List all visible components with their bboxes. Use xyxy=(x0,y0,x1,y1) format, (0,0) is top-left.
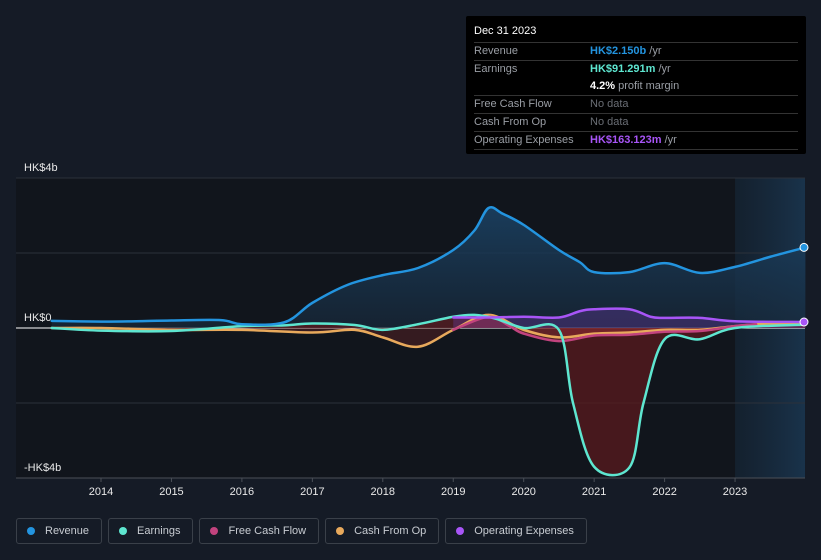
x-tick-label: 2021 xyxy=(582,486,606,498)
revenue-end-marker xyxy=(799,242,809,252)
tooltip-label: Free Cash Flow xyxy=(474,98,552,110)
legend-label: Cash From Op xyxy=(354,525,427,537)
tooltip-row-revenue: Revenue HK$2.150b /yr xyxy=(474,43,798,61)
tooltip-label: Operating Expenses xyxy=(474,134,574,146)
tooltip-value: HK$91.291m xyxy=(590,63,656,75)
x-tick-label: 2023 xyxy=(723,486,747,498)
legend-label: Operating Expenses xyxy=(474,525,574,537)
y-tick-label: -HK$4b xyxy=(24,462,61,474)
x-tick-label: 2015 xyxy=(159,486,183,498)
legend-item-free-cash-flow[interactable]: Free Cash Flow xyxy=(199,518,320,544)
x-tick-label: 2022 xyxy=(652,486,676,498)
operating-expenses-end-marker xyxy=(799,317,809,327)
earnings-dot-icon xyxy=(119,527,128,535)
tooltip-label xyxy=(474,78,590,95)
legend-item-operating-expenses[interactable]: Operating Expenses xyxy=(445,518,587,544)
tooltip-value: No data xyxy=(590,116,629,128)
free-cash-flow-dot-icon xyxy=(210,527,219,535)
legend-label: Free Cash Flow xyxy=(228,525,307,537)
tooltip-unit: /yr xyxy=(658,63,671,75)
tooltip-label: Revenue xyxy=(474,45,519,57)
x-tick-label: 2020 xyxy=(511,486,535,498)
x-tick-label: 2017 xyxy=(300,486,324,498)
tooltip-value: No data xyxy=(590,98,629,110)
legend-label: Earnings xyxy=(137,525,181,537)
legend: Revenue Earnings Free Cash Flow Cash Fro… xyxy=(16,518,587,544)
tooltip-unit: /yr xyxy=(649,45,662,57)
x-tick-label: 2018 xyxy=(371,486,395,498)
cash-from-op-dot-icon xyxy=(336,527,345,535)
legend-item-revenue[interactable]: Revenue xyxy=(16,518,103,544)
tooltip-row-cfo: Cash From Op No data xyxy=(474,114,798,132)
y-tick-label: HK$0 xyxy=(24,312,52,324)
x-tick-label: 2016 xyxy=(230,486,254,498)
tooltip-label: Cash From Op xyxy=(474,116,547,128)
tooltip-label: Earnings xyxy=(474,63,518,75)
tooltip: Dec 31 2023 Revenue HK$2.150b /yr Earnin… xyxy=(466,16,806,154)
x-tick-label: 2019 xyxy=(441,486,465,498)
tooltip-value: 4.2% xyxy=(590,80,616,92)
tooltip-row-earnings: Earnings HK$91.291m /yr xyxy=(474,61,798,78)
revenue-dot-icon xyxy=(27,527,35,535)
tooltip-unit: profit margin xyxy=(618,80,680,92)
legend-item-earnings[interactable]: Earnings xyxy=(108,518,194,544)
tooltip-value: HK$2.150b xyxy=(590,45,647,57)
tooltip-row-opex: Operating Expenses HK$163.123m /yr xyxy=(474,132,798,150)
operating-expenses-dot-icon xyxy=(456,527,465,535)
tooltip-row-fcf: Free Cash Flow No data xyxy=(474,96,798,114)
legend-item-cash-from-op[interactable]: Cash From Op xyxy=(325,518,440,544)
tooltip-unit: /yr xyxy=(664,134,677,146)
tooltip-value: HK$163.123m xyxy=(590,134,662,146)
legend-label: Revenue xyxy=(45,525,90,537)
x-tick-label: 2014 xyxy=(89,486,113,498)
tooltip-row-margin: 4.2% profit margin xyxy=(474,78,798,96)
y-tick-label: HK$4b xyxy=(24,162,58,174)
tooltip-date: Dec 31 2023 xyxy=(474,22,798,43)
